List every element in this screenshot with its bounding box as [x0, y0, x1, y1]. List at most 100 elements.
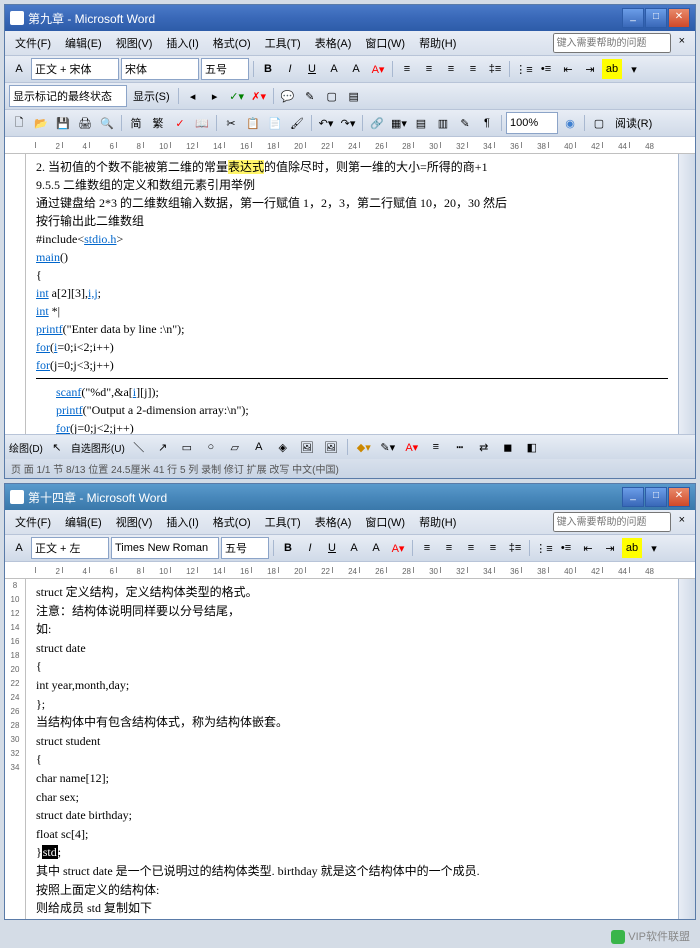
painter-button[interactable]: 🖌: [287, 113, 307, 133]
font-color-button[interactable]: A▾: [388, 538, 408, 558]
review-pane-button[interactable]: ▤: [344, 86, 364, 106]
maximize-button[interactable]: □: [645, 487, 667, 507]
close-button[interactable]: ✕: [668, 8, 690, 28]
link-button[interactable]: 🔗: [367, 113, 387, 133]
document-body-2[interactable]: struct 定义结构，定义结构体类型的格式。 注意：结构体说明同样要以分号结尾…: [26, 579, 678, 919]
align-center-button[interactable]: ≡: [439, 538, 459, 558]
columns-button[interactable]: ▥: [433, 113, 453, 133]
paste-button[interactable]: 📄: [265, 113, 285, 133]
menu-table[interactable]: 表格(A): [309, 33, 358, 53]
line-spacing-button[interactable]: ‡≡: [505, 538, 525, 558]
line-color-button[interactable]: ✎▾: [378, 437, 398, 457]
new-button[interactable]: 🗋: [9, 113, 29, 133]
minimize-button[interactable]: _: [622, 487, 644, 507]
minimize-button[interactable]: _: [622, 8, 644, 28]
3d-button[interactable]: ◧: [522, 437, 542, 457]
menu-insert[interactable]: 插入(I): [160, 33, 204, 53]
balloon-button[interactable]: ▢: [322, 86, 342, 106]
menu-tools[interactable]: 工具(T): [259, 33, 307, 53]
style-select[interactable]: [31, 58, 119, 80]
indent-button[interactable]: ⇥: [580, 59, 600, 79]
menu-help[interactable]: 帮助(H): [413, 33, 462, 53]
style-icon[interactable]: A: [9, 59, 29, 79]
font-color-draw-button[interactable]: A▾: [402, 437, 422, 457]
spell-button[interactable]: ✓: [170, 113, 190, 133]
highlight-button[interactable]: ab: [602, 59, 622, 79]
preview-button[interactable]: 🔍: [97, 113, 117, 133]
menu-edit[interactable]: 编辑(E): [59, 512, 108, 532]
bold-button[interactable]: B: [258, 59, 278, 79]
menu-file[interactable]: 文件(F): [9, 33, 57, 53]
print-button[interactable]: 🖨: [75, 113, 95, 133]
zoom-select[interactable]: [506, 112, 558, 134]
align-right-button[interactable]: ≡: [441, 59, 461, 79]
border-button[interactable]: A: [324, 59, 344, 79]
clipart-button[interactable]: 🖼: [297, 437, 317, 457]
dash-style-button[interactable]: ┅: [450, 437, 470, 457]
undo-button[interactable]: ↶▾: [316, 113, 336, 133]
open-button[interactable]: 📂: [31, 113, 51, 133]
next-change-button[interactable]: ▸: [205, 86, 225, 106]
line-style-button[interactable]: ≡: [426, 437, 446, 457]
v-ruler-2[interactable]: 810121416182022242628303234: [5, 579, 26, 919]
accept-button[interactable]: ✓▾: [227, 86, 247, 106]
menu-table[interactable]: 表格(A): [309, 512, 358, 532]
line-spacing-button[interactable]: ‡≡: [485, 59, 505, 79]
v-scrollbar-2[interactable]: [678, 579, 695, 919]
outdent-button[interactable]: ⇤: [558, 59, 578, 79]
research-button[interactable]: 📖: [192, 113, 212, 133]
bullets-button[interactable]: •≡: [556, 538, 576, 558]
menu-view[interactable]: 视图(V): [110, 512, 159, 532]
track-changes-button[interactable]: ✎: [300, 86, 320, 106]
read-label[interactable]: 阅读(R): [611, 115, 656, 131]
table-button[interactable]: ▦▾: [389, 113, 409, 133]
docmap-button[interactable]: ¶: [477, 113, 497, 133]
underline-button[interactable]: U: [302, 59, 322, 79]
wordart-button[interactable]: A: [249, 437, 269, 457]
menu-edit[interactable]: 编辑(E): [59, 33, 108, 53]
align-right-button[interactable]: ≡: [461, 538, 481, 558]
align-center-button[interactable]: ≡: [419, 59, 439, 79]
h-ruler-2[interactable]: 2468101214161820222426283032343638404244…: [5, 562, 695, 579]
italic-button[interactable]: I: [280, 59, 300, 79]
more-button[interactable]: ▾: [624, 59, 644, 79]
menu-help[interactable]: 帮助(H): [413, 512, 462, 532]
menu-insert[interactable]: 插入(I): [160, 512, 204, 532]
shadow-button[interactable]: ◼: [498, 437, 518, 457]
italic-button[interactable]: I: [300, 538, 320, 558]
indent-button[interactable]: ⇥: [600, 538, 620, 558]
font-color-button[interactable]: A▾: [368, 59, 388, 79]
save-button[interactable]: 💾: [53, 113, 73, 133]
align-left-button[interactable]: ≡: [417, 538, 437, 558]
redo-button[interactable]: ↷▾: [338, 113, 358, 133]
char-shading-button[interactable]: A: [346, 59, 366, 79]
help-search-input[interactable]: [553, 512, 671, 532]
bold-button[interactable]: B: [278, 538, 298, 558]
comment-button[interactable]: 💬: [278, 86, 298, 106]
numbering-button[interactable]: ⋮≡: [534, 538, 554, 558]
track-display-select[interactable]: [9, 85, 127, 107]
underline-button[interactable]: U: [322, 538, 342, 558]
draw-menu[interactable]: 绘图(D): [9, 440, 43, 455]
size-select[interactable]: [201, 58, 249, 80]
size-select[interactable]: [221, 537, 269, 559]
menu-tools[interactable]: 工具(T): [259, 512, 307, 532]
textbox-button[interactable]: ▱: [225, 437, 245, 457]
style-icon[interactable]: A: [9, 538, 29, 558]
border-button[interactable]: A: [344, 538, 364, 558]
cn-trad-button[interactable]: 繁: [148, 113, 168, 133]
picture-button[interactable]: 🖼: [321, 437, 341, 457]
cn-simp-button[interactable]: 简: [126, 113, 146, 133]
char-shading-button[interactable]: A: [366, 538, 386, 558]
line-button[interactable]: ＼: [129, 437, 149, 457]
rect-button[interactable]: ▭: [177, 437, 197, 457]
titlebar-1[interactable]: 第九章 - Microsoft Word _ □ ✕: [5, 5, 695, 31]
style-select[interactable]: [31, 537, 109, 559]
document-body-1[interactable]: 2. 当初值的个数不能被第二维的常量表达式的值除尽时，则第一维的大小=所得的商+…: [26, 154, 678, 434]
menu-close-x[interactable]: ×: [673, 512, 691, 532]
v-ruler-1[interactable]: [5, 154, 26, 434]
read-layout-button[interactable]: ▢: [589, 113, 609, 133]
help-search-input[interactable]: [553, 33, 671, 53]
highlight-button[interactable]: ab: [622, 538, 642, 558]
arrow-style-button[interactable]: ⇄: [474, 437, 494, 457]
